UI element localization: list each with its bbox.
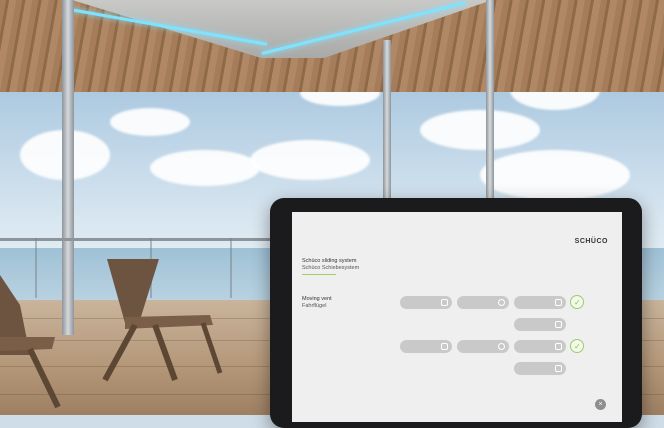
close-button[interactable]: ×: [595, 399, 606, 410]
control-pill[interactable]: [400, 340, 452, 353]
control-pill[interactable]: [514, 340, 566, 353]
control-pill[interactable]: [457, 296, 509, 309]
control-pill[interactable]: [514, 362, 566, 375]
cloud: [480, 150, 630, 200]
square-icon: [555, 343, 562, 350]
confirm-check-button[interactable]: ✓: [570, 295, 584, 309]
brand-logo: SCHÜCO: [574, 238, 608, 245]
ceiling: [0, 0, 664, 92]
window-post: [383, 40, 391, 200]
square-icon: [555, 365, 562, 372]
cloud: [110, 108, 190, 136]
vent-subtitle: Fahrflügel: [302, 303, 327, 309]
vent-title: Moving vent: [302, 296, 332, 302]
lounge-chair: [0, 275, 61, 409]
control-pill[interactable]: [457, 340, 509, 353]
system-title: Schüco sliding system: [302, 258, 357, 264]
control-pill[interactable]: [514, 296, 566, 309]
cloud: [150, 150, 260, 186]
circle-icon: [498, 343, 505, 350]
tablet: SCHÜCO Schüco sliding system Schüco Schi…: [270, 198, 642, 428]
square-icon: [555, 299, 562, 306]
confirm-check-button[interactable]: ✓: [570, 339, 584, 353]
square-icon: [441, 299, 448, 306]
circle-icon: [498, 299, 505, 306]
control-pill[interactable]: [514, 318, 566, 331]
check-icon: ✓: [574, 298, 581, 307]
square-icon: [555, 321, 562, 328]
cloud: [420, 110, 540, 150]
control-pill[interactable]: [400, 296, 452, 309]
tablet-screen: SCHÜCO Schüco sliding system Schüco Schi…: [292, 212, 622, 422]
system-subtitle: Schüco Schiebesystem: [302, 265, 360, 271]
accent-underline: [302, 274, 336, 275]
cloud: [250, 140, 370, 180]
lounge-chair: [102, 259, 223, 382]
window-post: [486, 0, 494, 200]
square-icon: [441, 343, 448, 350]
check-icon: ✓: [574, 342, 581, 351]
glass-railing: [0, 238, 280, 241]
